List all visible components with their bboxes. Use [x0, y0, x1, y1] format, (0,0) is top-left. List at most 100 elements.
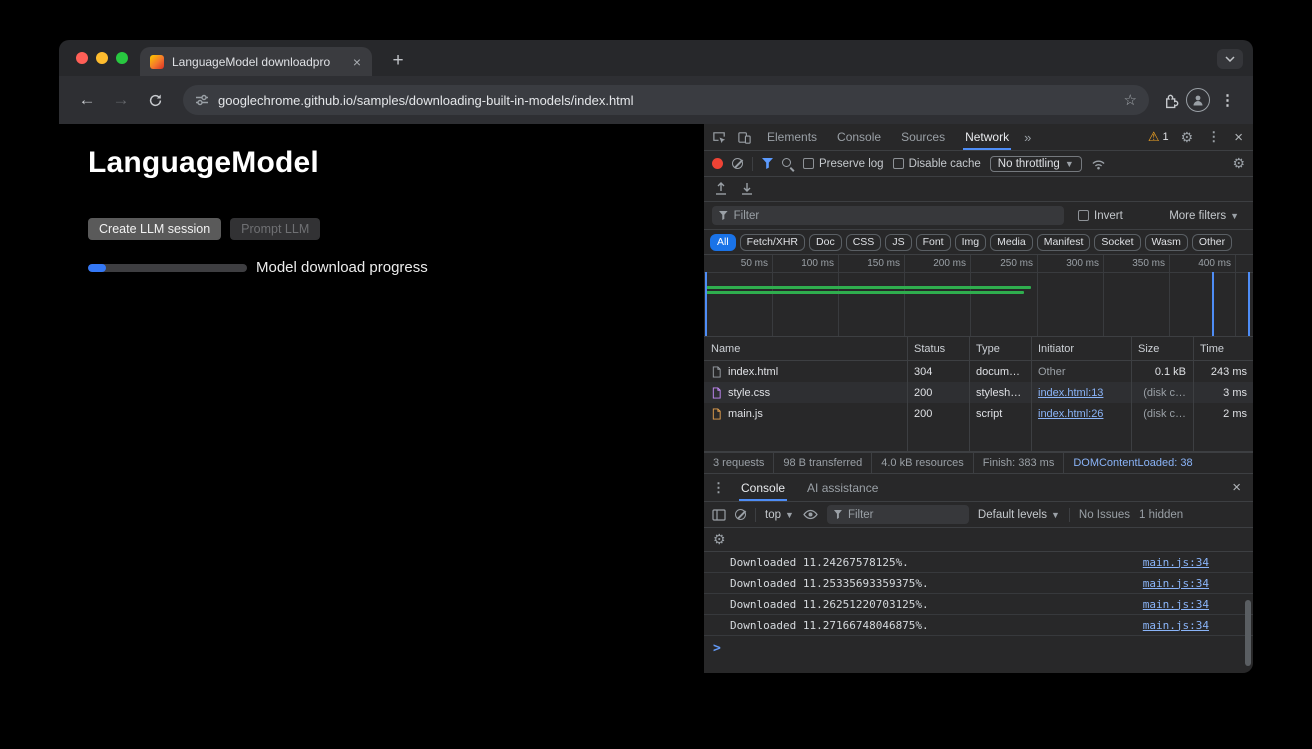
tab-close-icon[interactable]: ×: [350, 54, 364, 70]
disable-cache-checkbox[interactable]: Disable cache: [893, 158, 981, 170]
browser-window: LanguageModel downloadpro × + ← → google…: [59, 40, 1253, 673]
console-filter-input[interactable]: [848, 509, 962, 521]
column-header-name[interactable]: Name: [704, 343, 907, 355]
chip-fetch-xhr[interactable]: Fetch/XHR: [740, 234, 805, 251]
chip-all[interactable]: All: [710, 234, 736, 251]
preserve-log-checkbox[interactable]: Preserve log: [803, 158, 884, 170]
column-header-initiator[interactable]: Initiator: [1031, 343, 1131, 355]
hidden-messages-count[interactable]: 1 hidden: [1139, 509, 1183, 521]
console-source-link[interactable]: main.js:34: [1143, 556, 1209, 569]
chip-wasm[interactable]: Wasm: [1145, 234, 1188, 251]
column-header-type[interactable]: Type: [969, 343, 1031, 355]
column-separator[interactable]: [969, 337, 970, 451]
desktop-background: LanguageModel downloadpro × + ← → google…: [0, 0, 1312, 749]
timeline-tick: 200 ms: [906, 258, 966, 269]
network-search-icon[interactable]: [782, 158, 794, 170]
tab-sources[interactable]: Sources: [892, 124, 954, 150]
network-filter-box: [712, 206, 1064, 225]
browser-tab[interactable]: LanguageModel downloadpro ×: [140, 47, 372, 76]
console-source-link[interactable]: main.js:34: [1143, 577, 1209, 590]
clear-console-icon[interactable]: [735, 509, 746, 520]
more-filters-dropdown[interactable]: More filters ▼: [1169, 210, 1239, 222]
inspect-element-icon[interactable]: [708, 130, 731, 145]
reload-button[interactable]: [141, 86, 169, 114]
extensions-icon[interactable]: [1163, 92, 1180, 109]
device-toolbar-icon[interactable]: [733, 130, 756, 145]
window-close-button[interactable]: [76, 52, 88, 64]
console-prompt[interactable]: >: [704, 636, 1253, 660]
back-button[interactable]: ←: [73, 86, 101, 114]
browser-menu-icon[interactable]: ⋮: [1216, 91, 1239, 109]
tab-search-button[interactable]: [1217, 49, 1243, 69]
context-selector[interactable]: top ▼: [765, 509, 794, 521]
column-separator[interactable]: [1193, 337, 1194, 451]
throttling-dropdown[interactable]: No throttling ▼: [990, 156, 1082, 172]
site-settings-icon[interactable]: [195, 93, 209, 107]
requests-table: Name Status Type Initiator Size Time ind…: [704, 337, 1253, 452]
console-source-link[interactable]: main.js:34: [1143, 619, 1209, 632]
live-expression-eye-icon[interactable]: [803, 509, 818, 520]
request-status: 200: [907, 408, 969, 420]
issues-status[interactable]: No Issues: [1079, 509, 1130, 521]
invert-checkbox[interactable]: Invert: [1078, 210, 1123, 222]
console-scrollbar[interactable]: [1245, 600, 1251, 666]
column-header-status[interactable]: Status: [907, 343, 969, 355]
devtools-settings-icon[interactable]: ⚙: [1175, 129, 1200, 146]
initiator-link[interactable]: index.html:13: [1038, 387, 1103, 399]
column-separator[interactable]: [907, 337, 908, 451]
network-conditions-icon[interactable]: [1091, 157, 1106, 170]
chip-img[interactable]: Img: [955, 234, 987, 251]
export-har-icon[interactable]: [740, 182, 754, 196]
log-levels-dropdown[interactable]: Default levels ▼: [978, 509, 1060, 521]
console-source-link[interactable]: main.js:34: [1143, 598, 1209, 611]
create-llm-session-button[interactable]: Create LLM session: [88, 218, 221, 240]
column-header-time[interactable]: Time: [1193, 343, 1253, 355]
network-overview-timeline[interactable]: 50 ms 100 ms 150 ms 200 ms 250 ms 300 ms…: [704, 255, 1253, 337]
console-sidebar-icon[interactable]: [712, 509, 726, 521]
drawer-tab-console[interactable]: Console: [735, 474, 791, 501]
column-separator[interactable]: [1131, 337, 1132, 451]
drawer-close-icon[interactable]: ×: [1228, 479, 1245, 496]
chip-socket[interactable]: Socket: [1094, 234, 1140, 251]
console-settings-icon[interactable]: ⚙: [713, 531, 726, 548]
chip-manifest[interactable]: Manifest: [1037, 234, 1091, 251]
devtools-menu-icon[interactable]: ⋮: [1201, 129, 1226, 145]
clear-network-log-icon[interactable]: [732, 158, 743, 169]
chip-doc[interactable]: Doc: [809, 234, 842, 251]
drawer-tab-ai-assistance[interactable]: AI assistance: [801, 474, 884, 501]
chip-other[interactable]: Other: [1192, 234, 1232, 251]
import-har-icon[interactable]: [714, 182, 728, 196]
column-header-size[interactable]: Size: [1131, 343, 1193, 355]
page-title: LanguageModel: [88, 146, 319, 180]
chip-css[interactable]: CSS: [846, 234, 882, 251]
address-bar[interactable]: googlechrome.github.io/samples/downloadi…: [183, 85, 1149, 115]
tab-elements[interactable]: Elements: [758, 124, 826, 150]
record-network-log-icon[interactable]: [712, 158, 723, 169]
window-minimize-button[interactable]: [96, 52, 108, 64]
forward-button[interactable]: →: [107, 86, 135, 114]
table-row-index-html[interactable]: index.html 304 docum… Other 0.1 kB 243 m…: [704, 361, 1253, 382]
window-fullscreen-button[interactable]: [116, 52, 128, 64]
chip-font[interactable]: Font: [916, 234, 951, 251]
column-separator[interactable]: [1031, 337, 1032, 451]
prompt-llm-button[interactable]: Prompt LLM: [230, 218, 320, 240]
devtools-close-icon[interactable]: ×: [1228, 129, 1249, 146]
tab-console[interactable]: Console: [828, 124, 890, 150]
network-filter-input[interactable]: [734, 210, 1057, 222]
chip-media[interactable]: Media: [990, 234, 1033, 251]
profile-avatar[interactable]: [1186, 88, 1210, 112]
drawer-menu-icon[interactable]: ⋮: [712, 480, 725, 496]
network-settings-icon[interactable]: ⚙: [1232, 155, 1245, 172]
bookmark-star-icon[interactable]: ☆: [1124, 91, 1137, 109]
issues-counter[interactable]: ⚠ 1: [1144, 129, 1173, 145]
more-tabs-icon[interactable]: »: [1020, 130, 1035, 145]
network-filter-icon[interactable]: [762, 158, 773, 169]
timeline-gridline: [970, 255, 971, 336]
timeline-gridline: [1037, 255, 1038, 336]
table-row-style-css[interactable]: style.css 200 stylesh… index.html:13 (di…: [704, 382, 1253, 403]
initiator-link[interactable]: index.html:26: [1038, 408, 1103, 420]
new-tab-button[interactable]: +: [384, 47, 412, 75]
tab-network[interactable]: Network: [956, 124, 1018, 150]
chip-js[interactable]: JS: [885, 234, 911, 251]
table-row-main-js[interactable]: main.js 200 script index.html:26 (disk c…: [704, 403, 1253, 424]
